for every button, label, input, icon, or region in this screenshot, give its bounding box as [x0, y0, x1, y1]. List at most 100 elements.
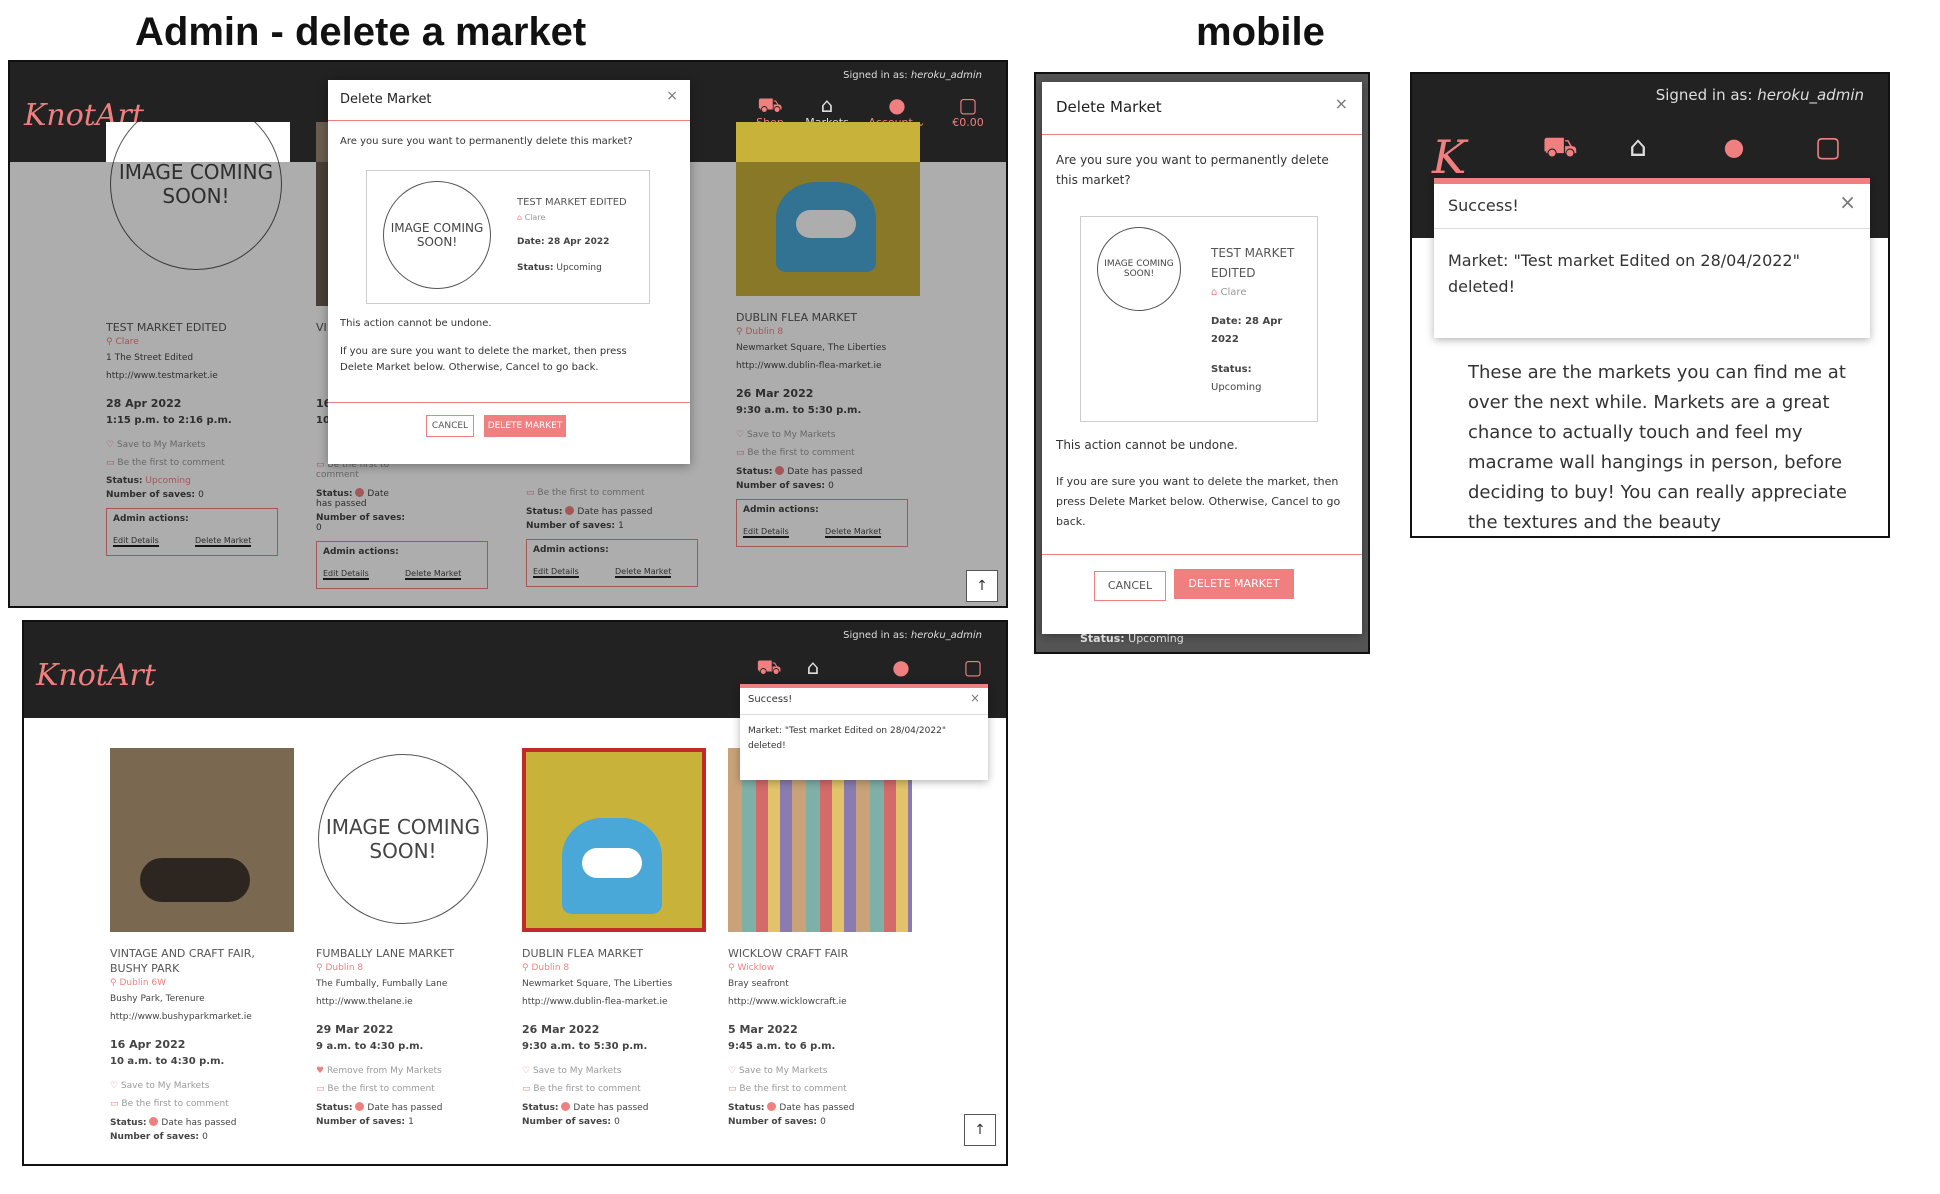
card-title[interactable]: VINTAGE AND CRAFT FAIR, BUSHY PARK — [110, 946, 270, 976]
nav-bag[interactable]: ▢ — [1808, 132, 1848, 162]
modal-header: Delete Market × — [1042, 82, 1362, 135]
save-market-button[interactable]: ♡ Save to My Markets — [522, 1066, 712, 1076]
heart-filled-icon: ♥ — [316, 1066, 325, 1076]
close-icon[interactable]: × — [1839, 190, 1856, 214]
save-market-button[interactable]: ♡ Save to My Markets — [110, 1081, 300, 1091]
comment-link[interactable]: ▭ Be the first to comment — [316, 1084, 506, 1094]
status-value: Upcoming — [1128, 632, 1184, 645]
card-address: The Fumbally, Fumbally Lane — [316, 979, 448, 989]
store-icon: ⌂ — [820, 93, 834, 117]
status-label: Status: — [517, 263, 554, 273]
comment-link[interactable]: ▭ Be the first to comment — [110, 1099, 300, 1109]
close-icon[interactable]: × — [1335, 94, 1348, 113]
saves-label: Number of saves: — [110, 1132, 200, 1142]
close-icon[interactable]: × — [970, 691, 980, 705]
remove-market-button[interactable]: ♥ Remove from My Markets — [316, 1066, 506, 1076]
signed-in-label: Signed in as: — [843, 70, 908, 81]
card-url[interactable]: http://www.bushyparkmarket.ie — [110, 1012, 300, 1022]
toast-title: Success! — [1448, 196, 1519, 215]
scroll-to-top-button[interactable]: ↑ — [964, 1114, 996, 1146]
nav-shop[interactable]: ⛟ — [754, 656, 784, 678]
tag-icon: ⌂ — [517, 213, 523, 222]
status-dot — [355, 1102, 365, 1111]
card-time: 9:45 a.m. to 6 p.m. — [728, 1041, 836, 1052]
coming-soon-text: IMAGE COMING SOON! — [390, 221, 484, 249]
desktop-delete-screenshot: Signed in as: heroku_admin KnotArt ⛟Shop… — [8, 60, 1008, 608]
arrow-up-icon: ↑ — [974, 1122, 986, 1138]
close-icon[interactable]: × — [666, 88, 678, 104]
toast-title: Success! — [748, 694, 793, 705]
cart-plus-icon: ⛟ — [1542, 130, 1578, 163]
status-label: Status: — [316, 1103, 353, 1113]
card-status: Status: Date has passed — [316, 1102, 506, 1113]
card-county: ⚲ Dublin 6W — [110, 978, 300, 988]
nav-account[interactable]: ● — [1714, 132, 1754, 162]
card-county: ⚲ Dublin 8 — [522, 963, 712, 973]
card-address: Bray seafront — [728, 979, 789, 989]
status-label: Status: — [1080, 632, 1125, 645]
card-date: 26 Mar 2022 — [522, 1023, 600, 1036]
nav-markets[interactable]: ⌂ — [1618, 132, 1658, 162]
card-status: Status: Date has passed — [728, 1102, 918, 1113]
binoculars-shape — [140, 858, 250, 902]
toast-header: Success! × — [1434, 178, 1870, 229]
preview-date: Date: 28 Apr 2022 — [1211, 316, 1283, 345]
delete-market-button[interactable]: DELETE MARKET — [484, 415, 566, 437]
save-label: Save to My Markets — [120, 1081, 210, 1091]
status-value: Date has passed — [161, 1118, 237, 1128]
bag-icon: ▢ — [1814, 130, 1842, 163]
card-title[interactable]: FUMBALLY LANE MARKET — [316, 946, 506, 961]
nav-bag[interactable]: ▢ €0.00 — [946, 94, 990, 129]
market-preview-card: IMAGE COMING SOON! TEST MARKET EDITED ⌂ … — [1080, 216, 1318, 422]
comment-label: Be the first to comment — [121, 1099, 229, 1109]
card-saves: Number of saves: 0 — [522, 1117, 712, 1127]
card-saves: Number of saves: 0 — [110, 1132, 300, 1142]
modal-footer: CANCEL DELETE MARKET — [328, 402, 690, 463]
nav-account[interactable]: ● — [886, 656, 916, 678]
user-icon: ● — [1723, 133, 1745, 161]
comment-link[interactable]: ▭ Be the first to comment — [728, 1084, 918, 1094]
status-label: Status: — [728, 1103, 765, 1113]
nav-markets[interactable]: ⌂ — [798, 656, 828, 678]
toast-message: Market: "Test market Edited on 28/04/202… — [748, 726, 946, 751]
card-date: 5 Mar 2022 — [728, 1023, 798, 1036]
nav-bag[interactable]: ▢ — [958, 656, 988, 678]
bag-total: €0.00 — [952, 116, 984, 129]
card-time: 10 a.m. to 4:30 p.m. — [110, 1056, 225, 1067]
card-url[interactable]: http://www.dublin-flea-market.ie — [522, 997, 712, 1007]
status-value: Date has passed — [367, 1103, 443, 1113]
saves-value: 0 — [820, 1117, 826, 1127]
card-status: Status: Date has passed — [522, 1102, 712, 1113]
saves-value: 0 — [202, 1132, 208, 1142]
preview-county: ⌂ Clare — [517, 213, 545, 222]
card-title[interactable]: DUBLIN FLEA MARKET — [522, 946, 712, 961]
modal-question: Are you sure you want to permanently del… — [340, 136, 633, 147]
card-url[interactable]: http://www.wicklowcraft.ie — [728, 997, 918, 1007]
market-card: IMAGE COMING SOON! FUMBALLY LANE MARKET … — [316, 748, 506, 1127]
card-title[interactable]: WICKLOW CRAFT FAIR — [728, 946, 918, 961]
scroll-to-top-button[interactable]: ↑ — [966, 570, 998, 602]
store-icon: ⌂ — [1629, 130, 1647, 163]
markets-intro-text: These are the markets you can find me at… — [1468, 362, 1847, 533]
username: heroku_admin — [910, 70, 982, 81]
delete-market-button[interactable]: DELETE MARKET — [1174, 569, 1294, 599]
comment-link[interactable]: ▭ Be the first to comment — [522, 1084, 712, 1094]
modal-instructions: If you are sure you want to delete the m… — [1056, 475, 1341, 528]
nav-shop[interactable]: ⛟ — [1540, 132, 1580, 162]
comment-icon: ▭ — [728, 1084, 737, 1094]
logo[interactable]: KnotArt — [36, 658, 156, 693]
cart-plus-icon: ⛟ — [756, 655, 782, 679]
save-market-button[interactable]: ♡ Save to My Markets — [728, 1066, 918, 1076]
arrow-up-icon: ↑ — [976, 578, 988, 594]
cancel-button[interactable]: CANCEL — [1094, 571, 1166, 601]
county-text: Clare — [524, 213, 546, 222]
desktop-success-screenshot: Signed in as: heroku_admin KnotArt ⛟ ⌂ ●… — [22, 620, 1008, 1166]
card-url[interactable]: http://www.thelane.ie — [316, 997, 506, 1007]
signed-in-text: Signed in as: heroku_admin — [843, 70, 982, 81]
preview-county: ⌂ Clare — [1211, 287, 1246, 298]
map-pin-icon: ⚲ — [728, 963, 735, 973]
cancel-button[interactable]: CANCEL — [426, 415, 474, 437]
signed-in-text: Signed in as: heroku_admin — [1656, 86, 1864, 104]
logo[interactable]: K — [1432, 130, 1466, 184]
status-value: Date has passed — [779, 1103, 855, 1113]
